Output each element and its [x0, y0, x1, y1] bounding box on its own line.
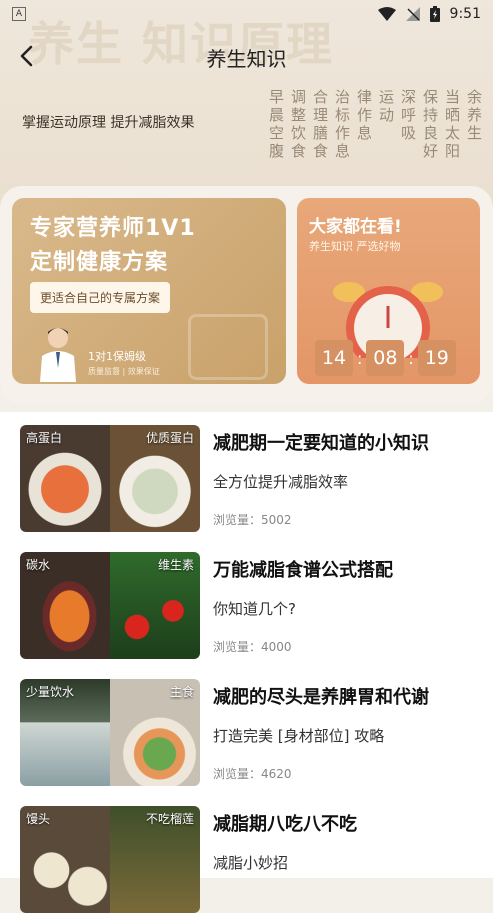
- article-item[interactable]: 碳水 维生素 万能减脂食谱公式搭配 你知道几个? 浏览量：4000: [20, 552, 480, 659]
- trending-subtitle: 养生知识 严选好物: [309, 240, 401, 253]
- trending-title: 大家都在看!: [309, 217, 402, 237]
- calligraphy-column: 治标作息: [335, 88, 351, 160]
- steamed-bun-image: 馒头: [20, 806, 110, 913]
- back-arrow-icon[interactable]: [14, 42, 42, 70]
- thumb-tag-right: 主食: [169, 685, 194, 699]
- promo-panel: 专家营养师1V1 定制健康方案 更适合自己的专属方案 1对1保姆级 质量监督 |…: [0, 186, 493, 404]
- fish-image: 优质蛋白: [110, 425, 200, 532]
- expert-title-line2: 定制健康方案: [30, 250, 169, 275]
- sweet-potato-image: 碳水: [20, 552, 110, 659]
- wifi-icon: [377, 7, 396, 21]
- page-title: 养生知识: [206, 46, 287, 71]
- no-signal-icon: [405, 7, 420, 21]
- article-thumbnail: 馒头 不吃榴莲: [20, 806, 200, 913]
- calligraphy-column: 保持良好: [423, 88, 439, 160]
- countdown-hours: 14: [315, 340, 353, 376]
- article-thumbnail: 碳水 维生素: [20, 552, 200, 659]
- hero-subtitle: 掌握运动原理 提升减脂效果: [22, 115, 195, 131]
- article-views: 浏览量：4000: [213, 640, 292, 654]
- colon-separator: :: [408, 348, 414, 368]
- article-title: 万能减脂食谱公式搭配: [213, 560, 393, 581]
- status-bar: A 9:51: [0, 0, 493, 28]
- shrimp-image: 高蛋白: [20, 425, 110, 532]
- article-thumbnail: 少量饮水 主食: [20, 679, 200, 786]
- colon-separator: :: [357, 348, 363, 368]
- article-item[interactable]: 少量饮水 主食 减肥的尽头是养脾胃和代谢 打造完美 [身材部位] 攻略 浏览量：…: [20, 679, 480, 786]
- thumb-tag-right: 不吃榴莲: [145, 812, 194, 826]
- countdown-minutes: 08: [366, 340, 405, 376]
- durian-image: 不吃榴莲: [110, 806, 200, 913]
- expert-consult-card[interactable]: 专家营养师1V1 定制健康方案 更适合自己的专属方案 1对1保姆级 质量监督 |…: [12, 198, 286, 384]
- thumb-tag-right: 优质蛋白: [145, 431, 194, 445]
- tomato-image: 维生素: [110, 552, 200, 659]
- thumb-tag-left: 高蛋白: [26, 431, 63, 445]
- calligraphy-column: 调整饮食: [291, 88, 307, 160]
- article-description: 减脂小妙招: [213, 854, 289, 872]
- article-views: 浏览量：4620: [213, 767, 292, 781]
- article-description: 全方位提升减脂效率: [213, 473, 349, 491]
- expert-caption: 1对1保姆级: [88, 350, 146, 363]
- calligraphy-column: 当晒太阳: [445, 88, 461, 160]
- article-title: 减脂期八吃八不吃: [213, 814, 357, 835]
- countdown-timer: 14 : 08 : 19: [315, 340, 456, 376]
- calligraphy-column: 深呼吸: [401, 88, 417, 142]
- countdown-seconds: 19: [417, 340, 456, 376]
- nutritionist-avatar: [40, 328, 76, 382]
- article-description: 打造完美 [身材部位] 攻略: [213, 727, 385, 745]
- status-left: A: [12, 7, 26, 21]
- expert-guarantee: 质量监督 | 效果保证: [88, 367, 160, 376]
- article-list: 高蛋白 优质蛋白 减肥期一定要知道的小知识 全方位提升减脂效率 浏览量：5002…: [0, 412, 493, 913]
- battery-charging-icon: [429, 6, 440, 22]
- article-thumbnail: 高蛋白 优质蛋白: [20, 425, 200, 532]
- thumb-tag-right: 维生素: [157, 558, 194, 572]
- status-time: 9:51: [449, 6, 481, 22]
- water-glass-image: 少量饮水: [20, 679, 110, 786]
- article-item[interactable]: 馒头 不吃榴莲 减脂期八吃八不吃 减脂小妙招: [20, 806, 480, 913]
- salad-image: 主食: [110, 679, 200, 786]
- thumb-tag-left: 馒头: [26, 812, 51, 826]
- custom-plan-button[interactable]: 更适合自己的专属方案: [30, 282, 171, 313]
- article-description: 你知道几个?: [213, 600, 296, 618]
- calligraphy-column: 律作息: [357, 88, 373, 142]
- article-views: 浏览量：5002: [213, 513, 292, 527]
- trending-timer-card[interactable]: 大家都在看! 养生知识 严选好物 14 : 08 : 19: [297, 198, 480, 384]
- thumb-tag-left: 少量饮水: [26, 685, 75, 699]
- notification-a-icon: A: [12, 7, 26, 21]
- calligraphy-column: 合理膳食: [313, 88, 329, 160]
- article-title: 减肥期一定要知道的小知识: [213, 433, 429, 454]
- nav-bar: 养生知识: [0, 28, 493, 86]
- calligraphy-column: 运动: [379, 88, 395, 124]
- expert-title-line1: 专家营养师1V1: [30, 216, 196, 241]
- calligraphy-column: 余养生: [467, 88, 483, 142]
- article-title: 减肥的尽头是养脾胃和代谢: [213, 687, 429, 708]
- calligraphy-column: 早晨空腹: [269, 88, 285, 160]
- calligraphy-decoration: 早晨空腹 调整饮食 合理膳食 治标作息 律作息 运动 深呼吸 保持良好 当晒太阳…: [269, 88, 483, 180]
- thumb-tag-left: 碳水: [26, 558, 51, 572]
- expert-card-title: 专家营养师1V1 定制健康方案: [30, 212, 196, 280]
- article-item[interactable]: 高蛋白 优质蛋白 减肥期一定要知道的小知识 全方位提升减脂效率 浏览量：5002: [20, 425, 480, 532]
- book-icon: [188, 314, 268, 380]
- status-right: 9:51: [377, 6, 481, 22]
